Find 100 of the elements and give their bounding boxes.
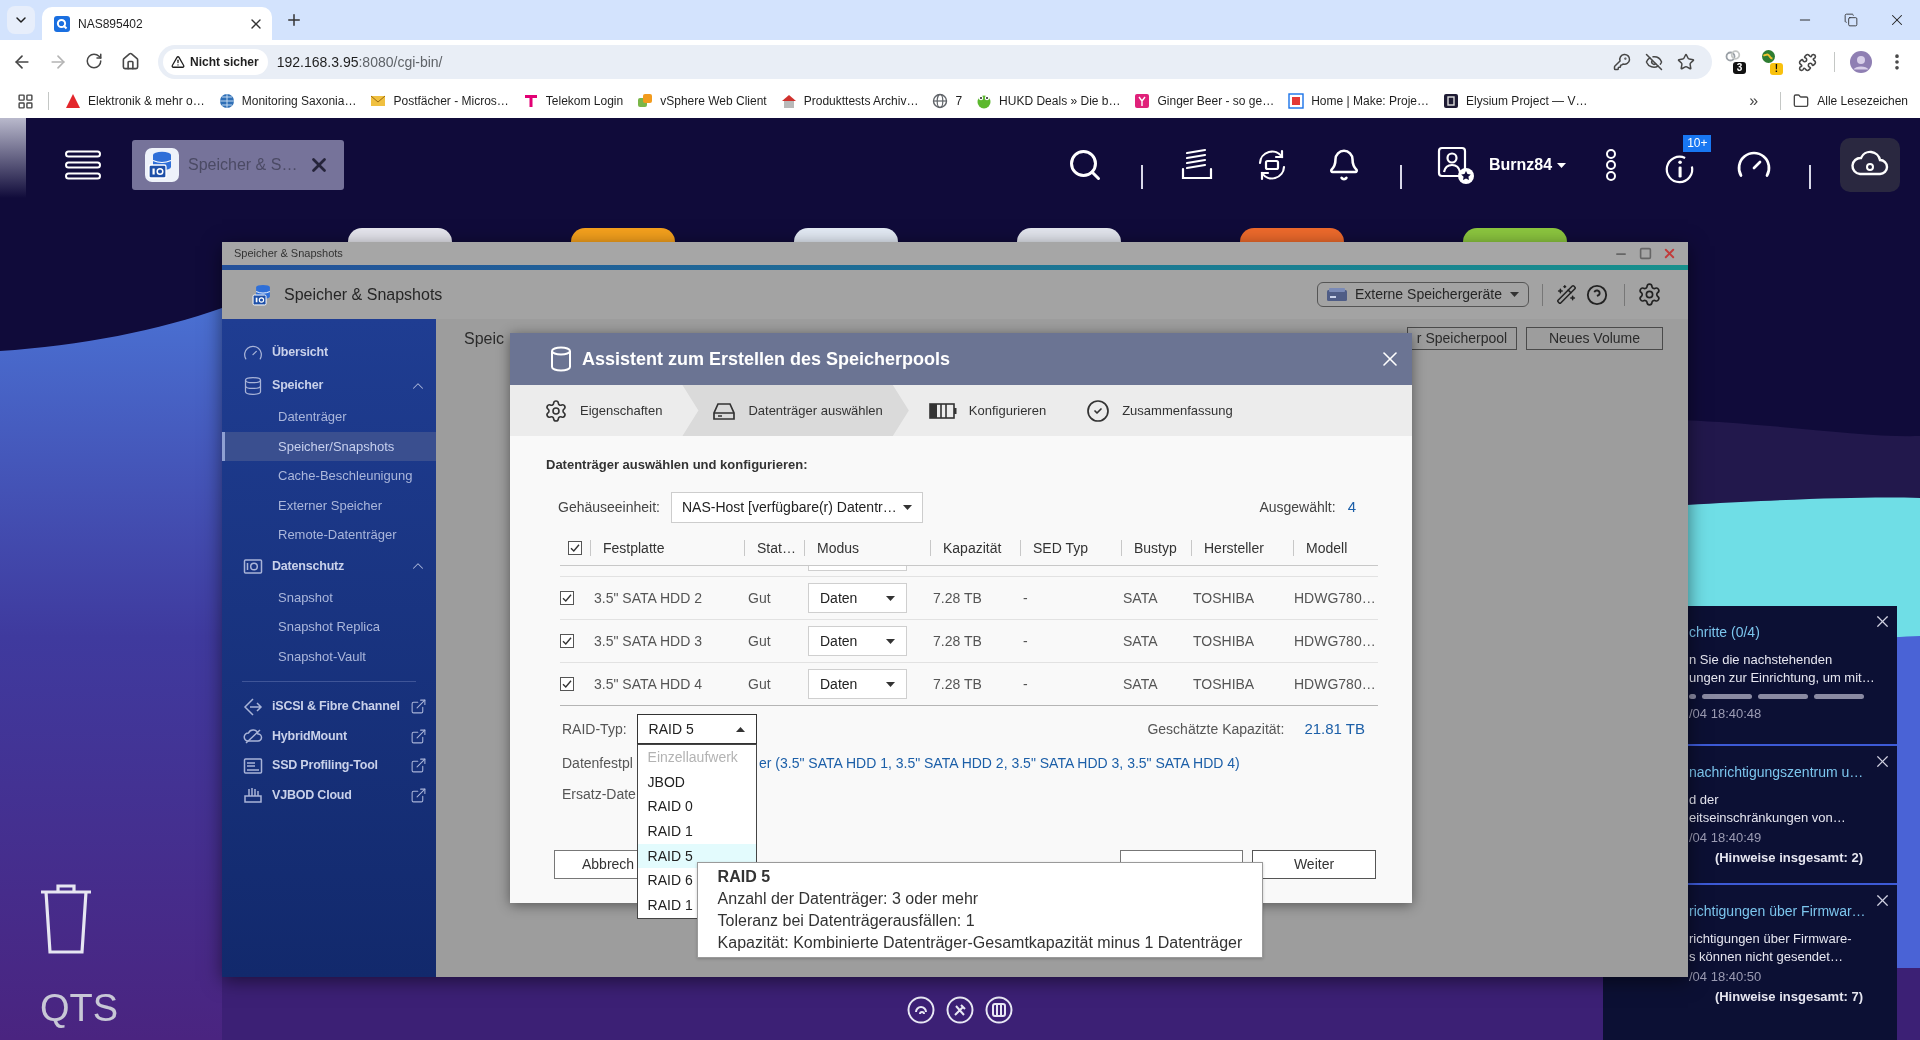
enclosure-select[interactable]: NAS-Host [verfügbare(r) Datentr… [670,492,923,523]
column-header: Festplatte [590,531,744,565]
notification-text: d der [1689,791,1719,809]
column-header: Bustyp [1121,531,1191,565]
home-icon[interactable] [120,52,140,71]
tools-icon[interactable] [946,996,974,1024]
sidebar-item[interactable]: Snapshot [222,582,436,612]
swirl-icon[interactable] [907,996,935,1024]
wizard-step: Konfigurieren [908,385,1067,436]
dropdown-option[interactable]: JBOD [637,769,756,795]
checkbox[interactable] [568,541,582,555]
dropdown-option[interactable]: RAID 0 [637,794,756,820]
star-icon[interactable] [1677,53,1695,71]
bookmark[interactable]: vSphere Web Client [637,92,767,110]
wizard-step: Zusammenfassung [1066,385,1253,436]
tab-list-button[interactable] [7,6,35,34]
magic-wand-icon[interactable] [1556,284,1577,305]
next-button[interactable]: Weiter [1252,850,1376,879]
globe-icon[interactable] [1762,50,1775,63]
app-icon[interactable] [348,228,452,242]
notification-count: (Hinweise insgesamt: 2) [1714,849,1863,867]
table-cell-text: TOSHIBA [1193,631,1255,651]
search-icon[interactable] [1067,147,1103,183]
browser-tab[interactable]: NAS895402 [42,7,272,40]
rack-icon [243,785,263,806]
sidebar-item[interactable]: iSCSI & Fibre Channel [222,692,436,722]
eye-off-icon[interactable] [1645,53,1663,71]
sidebar-item[interactable]: Externer Speicher [222,490,436,520]
all-bookmarks[interactable]: Alle Lesezeichen [1793,92,1908,110]
app-icon[interactable] [1463,228,1567,242]
external-devices-button[interactable]: Externe Speichergeräte [1316,282,1529,307]
app-icon[interactable] [1240,228,1344,242]
dropdown-option[interactable]: RAID 1 [637,819,756,844]
bookmark[interactable]: Monitoring Saxonia… [218,92,357,110]
sidebar-item[interactable]: Datenschutz [222,549,436,583]
url-text[interactable]: 192.168.3.95:8080/cgi-bin/ [276,51,443,73]
apps-icon[interactable] [17,92,34,110]
sidebar-item[interactable]: Remote-Datenträger [222,520,436,550]
bell-icon[interactable] [1327,148,1361,182]
sidebar-item[interactable]: HybridMount [222,721,436,751]
bookmark[interactable]: 7 [932,92,963,110]
settings-icon[interactable] [1637,282,1662,307]
checkbox[interactable] [560,634,574,648]
raid-select[interactable]: RAID 5 [636,714,757,744]
external-link-icon[interactable] [410,727,427,745]
app-icon[interactable] [571,228,675,242]
sidebar-item[interactable]: Snapshot-Vault [222,641,436,671]
restore-icon[interactable] [1844,13,1858,27]
toolbar-button[interactable]: r Speicherpool [1407,327,1517,350]
caret-down-icon [886,681,895,687]
dialog-title: Assistent zum Erstellen des Speicherpools [582,347,951,371]
external-link-icon[interactable] [410,757,427,775]
rings-icon[interactable] [1725,50,1741,62]
reload-icon[interactable] [85,52,103,70]
field-label: RAID-Typ: [562,719,627,739]
sidebar-item[interactable]: VJBOD Cloud [222,780,436,810]
checkbox[interactable] [560,591,574,605]
external-link-icon[interactable] [410,786,427,804]
app-icon[interactable] [794,228,898,242]
table-cell-text: 3.5" SATA HDD 2 [594,588,702,608]
covered-button[interactable] [1120,850,1243,862]
notification-text: richtigungen über Firmware- [1689,930,1852,948]
sidebar-item[interactable]: Cache-Beschleunigung [222,461,436,491]
bookmark[interactable]: Produkttests Archiv… [780,92,919,110]
bookmark[interactable]: Elysium Project — V… [1443,92,1588,110]
logo-text: QTS [40,986,119,1030]
app-icon[interactable] [1017,228,1121,242]
avatar-icon[interactable] [1850,51,1872,73]
sidebar-item[interactable]: Datenträger [222,402,436,432]
bookmark[interactable]: Elektronik & mehr o… [65,92,205,110]
extensions-icon[interactable] [1798,52,1817,72]
sidebar-item[interactable]: Speicher/Snapshots [222,431,436,461]
external-link-icon[interactable] [410,698,427,716]
bookmark[interactable]: Ginger Beer - so ge… [1134,92,1275,110]
sidebar-item[interactable]: Übersicht [222,336,436,369]
sidebar-item[interactable]: Speicher [222,369,436,402]
address-bar[interactable]: Nicht sicher 192.168.3.95:8080/cgi-bin/ [158,45,1712,79]
bookmark[interactable]: Home | Make: Proje… [1288,92,1430,110]
user-name[interactable]: Burnz84 [1489,153,1553,177]
checkbox[interactable] [560,677,574,691]
mode-select[interactable]: Daten [808,583,907,613]
sidebar-item[interactable]: Snapshot Replica [222,612,436,642]
notification-title: nachrichtigungszentrum u… [1689,763,1864,782]
mode-select[interactable]: Daten [808,669,907,699]
new-tab-icon[interactable] [285,11,303,29]
mode-select[interactable]: Daten [808,626,907,656]
sidebar-item[interactable]: SSD Profiling-Tool [222,751,436,781]
help-icon[interactable] [1586,283,1608,306]
cloud-icon[interactable] [1840,138,1901,192]
bookmark[interactable]: HUKD Deals » Die b… [976,92,1121,110]
columns-icon[interactable] [985,996,1013,1024]
toolbar-button[interactable]: Neues Volume [1526,327,1663,350]
security-chip[interactable]: Nicht sicher [163,49,268,75]
menu-icon[interactable] [65,150,101,180]
bookmark[interactable]: Telekom Login [522,92,624,110]
key-icon[interactable] [1613,53,1631,71]
more-icon[interactable] [1605,149,1618,181]
user-icon[interactable] [1435,145,1475,185]
bookmark[interactable]: Postfächer - Micros… [370,92,509,110]
more-bookmarks-button[interactable]: » [1749,89,1759,113]
